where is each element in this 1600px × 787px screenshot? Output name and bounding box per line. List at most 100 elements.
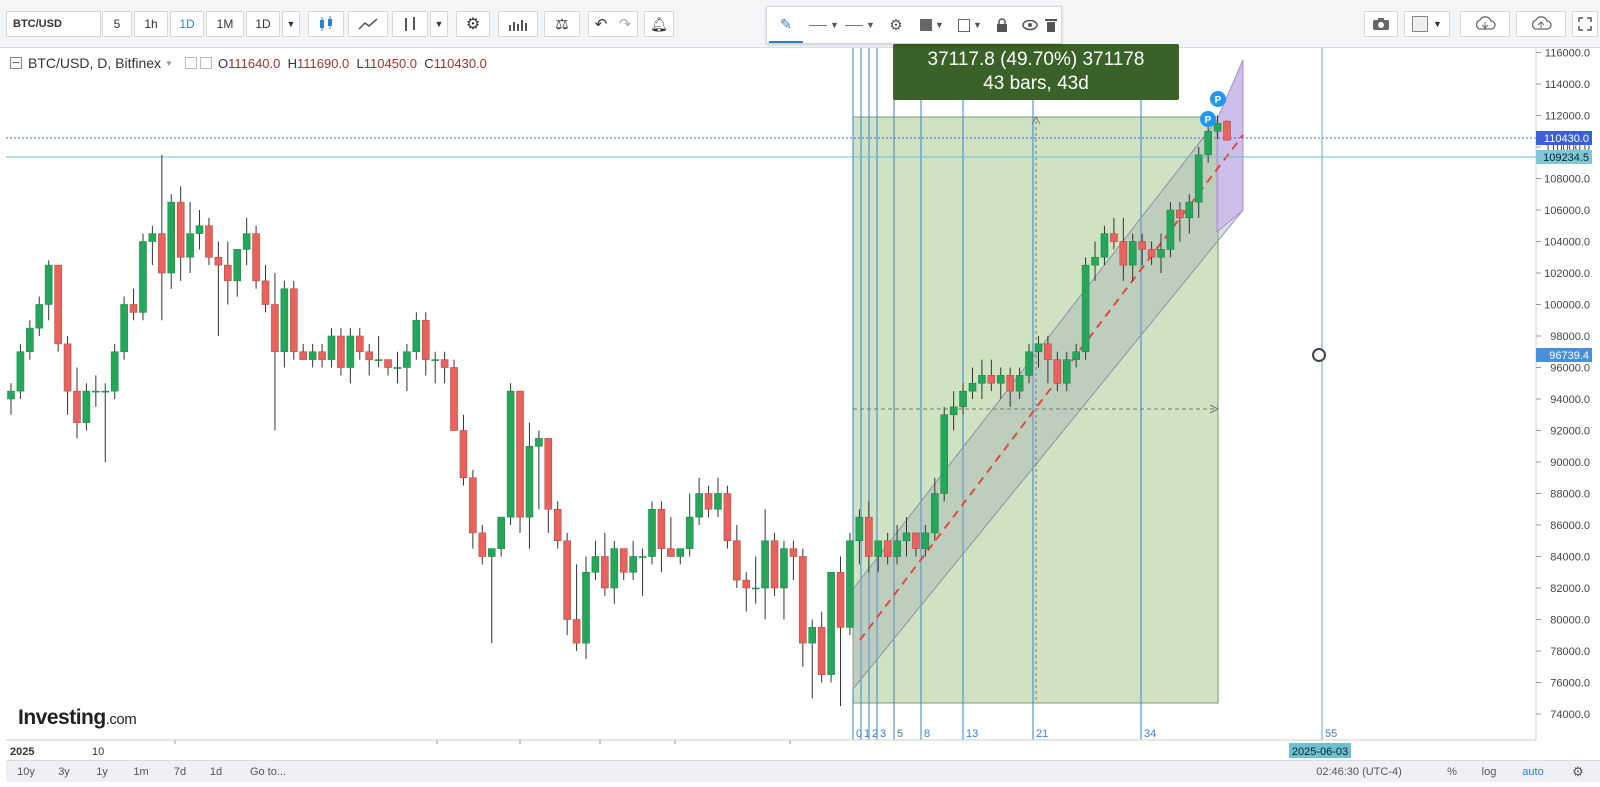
clone-button[interactable]: ▼ (953, 7, 987, 43)
cursor-date-label: 2025-06-03 (1292, 746, 1348, 758)
measure-label: 37117.8 (49.70%) 371178 43 bars, 43d (893, 44, 1179, 100)
range-10y-button[interactable]: 10y (12, 763, 40, 781)
range-7d-button[interactable]: 7d (168, 763, 192, 781)
low-label: L (356, 55, 364, 71)
candle-body (355, 335, 364, 353)
candle-body (949, 406, 958, 416)
visibility-icon[interactable] (184, 57, 197, 69)
candle-body (346, 335, 355, 368)
candle-body (101, 390, 110, 393)
candle-body (92, 390, 100, 393)
candle-body (224, 264, 232, 282)
candle-body (582, 571, 590, 644)
visibility-button[interactable] (1019, 7, 1041, 43)
candle-body (780, 548, 788, 589)
candle-body (525, 445, 534, 518)
close-label: C (424, 55, 434, 71)
chevron-down-icon: ▼ (935, 20, 944, 30)
candle-body (855, 516, 864, 542)
candle-body (789, 548, 798, 557)
price-axis[interactable]: 74000.0 76000.0 78000.0 80000.0 82000.0 84000… (1536, 48, 1590, 722)
candle-body (883, 540, 892, 557)
range-1d-button[interactable]: 1d (204, 763, 228, 781)
plot-area[interactable] (6, 48, 1536, 740)
candle-body (846, 540, 854, 628)
legend-title[interactable]: BTC/USD, D, Bitfinex (28, 55, 161, 71)
time-axis-year: 2025 (10, 746, 34, 758)
chevron-down-icon[interactable]: ▼ (165, 59, 173, 68)
candle-body (412, 319, 421, 353)
price-chart[interactable]: 0 1 2 3 5 8 13 21 34 55 P P 74000.076000.078000.0… (0, 0, 1600, 760)
candle-body (704, 493, 713, 510)
chart-settings-button[interactable]: ⚙ (1568, 763, 1588, 781)
price-tick-label: 90000.0 (1550, 457, 1590, 469)
open-label: O (217, 55, 229, 71)
percent-toggle[interactable]: % (1442, 763, 1462, 781)
candle-body (280, 288, 289, 353)
chart-legend: BTC/USD, D, Bitfinex ▼ O111640.0 H111690… (10, 54, 487, 72)
candle-body (1204, 130, 1212, 156)
candle-body (808, 627, 817, 644)
drawing-settings-button[interactable]: ⚙ (881, 7, 911, 43)
auto-toggle[interactable]: auto (1518, 763, 1548, 781)
candle-body (1166, 209, 1175, 250)
candle-body (827, 571, 835, 675)
candle-body (572, 619, 581, 644)
candle-body (1091, 256, 1099, 266)
candle-body (242, 233, 251, 250)
ohlc-values: O111640.0 H111690.0 L110450.0 C110430.0 (218, 56, 487, 71)
price-tag-cursor-label: 96739.4 (1549, 350, 1589, 362)
price-tick-label: 94000.0 (1550, 394, 1590, 406)
fill-button[interactable]: ▼ (915, 7, 949, 43)
price-tick-label: 78000.0 (1550, 646, 1590, 658)
range-3y-button[interactable]: 3y (52, 763, 76, 781)
high-value: 111690.0 (297, 55, 350, 71)
range-1y-button[interactable]: 1y (90, 763, 114, 781)
log-toggle[interactable]: log (1476, 763, 1502, 781)
clock-label[interactable]: 02:46:30 (UTC-4) (1304, 763, 1414, 781)
layers-icon (920, 19, 933, 31)
candle-body (1176, 209, 1184, 219)
candle-body (365, 351, 374, 360)
candle-body (553, 508, 562, 542)
delete-button[interactable] (1041, 7, 1061, 43)
candle-body (403, 351, 411, 368)
candle-body (657, 508, 666, 549)
candle-body (591, 556, 600, 573)
chevron-down-icon: ▼ (973, 20, 982, 30)
candle-body (82, 390, 91, 423)
candle-body (516, 390, 524, 518)
line-color-button[interactable]: ▼ (807, 7, 841, 43)
candle-body (1053, 359, 1062, 384)
gear-icon: ⚙ (1572, 764, 1584, 779)
candle-body (44, 264, 53, 305)
collapse-icon[interactable] (10, 57, 22, 69)
candle-body (26, 327, 34, 353)
goto-button[interactable]: Go to... (240, 763, 296, 781)
price-tag-line-label: 109234.5 (1543, 152, 1589, 164)
time-axis[interactable]: 2025 10 2025-06-03 (10, 743, 1351, 758)
candle-body (35, 304, 44, 329)
price-tick-label: 80000.0 (1550, 615, 1590, 627)
chevron-down-icon: ▼ (866, 20, 875, 30)
lock-button[interactable] (991, 7, 1013, 43)
candle-body (1157, 249, 1165, 258)
candle-body (799, 556, 807, 644)
candle-body (714, 493, 722, 510)
candle-body (742, 579, 751, 589)
candle-body (629, 556, 637, 573)
candle-body (563, 540, 571, 620)
candle-body (167, 201, 176, 274)
candle-body (1072, 351, 1080, 360)
candle-body (648, 508, 656, 557)
fib-time-label: 8 (924, 728, 930, 740)
pencil-button[interactable]: ✎ (769, 7, 803, 43)
candle-body (619, 548, 628, 573)
cursor-handle[interactable] (1312, 348, 1326, 362)
line-width-button[interactable]: ▼ (843, 7, 877, 43)
position-marker-label: P (1215, 95, 1222, 106)
settings-small-icon[interactable] (199, 57, 212, 69)
candle-body (233, 249, 242, 282)
price-tick-label: 74000.0 (1550, 709, 1590, 721)
range-1m-button[interactable]: 1m (128, 763, 154, 781)
